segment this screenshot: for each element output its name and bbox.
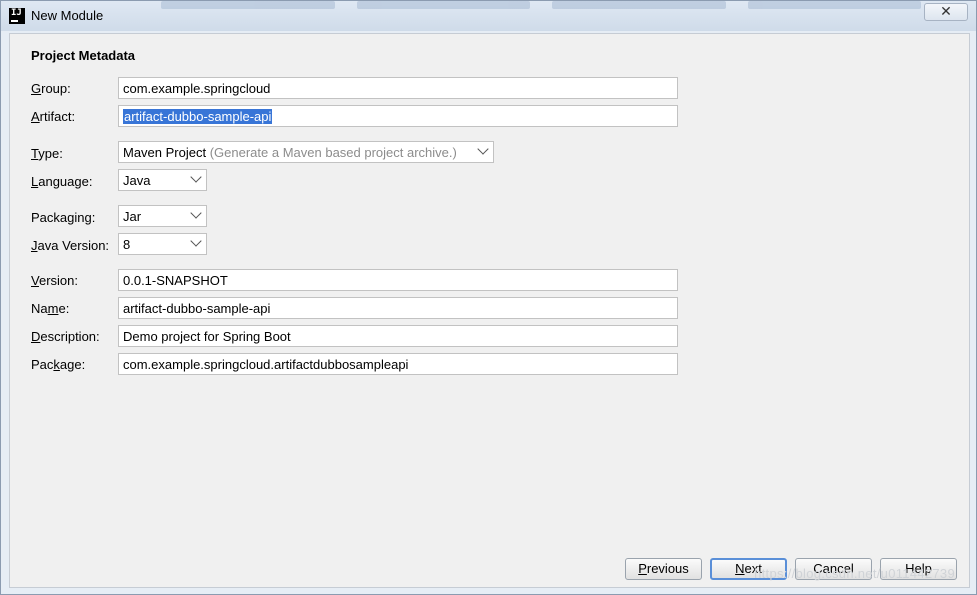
section-title: Project Metadata [31, 48, 136, 63]
button-bar: Previous Next Cancel Help https://blog.c… [10, 547, 969, 587]
background-tab [552, 1, 726, 9]
background-tab [747, 1, 921, 9]
language-label: Language: [31, 174, 93, 189]
packaging-value: Jar [123, 209, 142, 224]
language-dropdown[interactable]: Java [118, 169, 207, 191]
package-field[interactable]: com.example.springcloud.artifactdubbosam… [118, 353, 678, 375]
version-label: Version: [31, 273, 78, 288]
window-title: New Module [31, 8, 104, 23]
type-value: Maven Project [123, 145, 207, 160]
type-hint: (Generate a Maven based project archive.… [209, 145, 457, 160]
name-field[interactable]: artifact-dubbo-sample-api [118, 297, 678, 319]
chevron-down-icon [190, 235, 202, 247]
close-button[interactable]: ✕ [924, 3, 968, 21]
background-tab [161, 1, 335, 9]
chevron-down-icon [190, 171, 202, 183]
type-dropdown[interactable]: Maven Project (Generate a Maven based pr… [118, 141, 494, 163]
description-label: Description: [31, 329, 100, 344]
description-field[interactable]: Demo project for Spring Boot [118, 325, 678, 347]
chevron-down-icon [190, 207, 202, 219]
new-module-dialog: IJ New Module ✕ Project Metadata Group: … [0, 0, 977, 595]
background-editor-tabs [161, 1, 921, 11]
name-label: Name: [31, 301, 70, 316]
artifact-field[interactable]: artifact-dubbo-sample-api [118, 105, 678, 127]
package-label: Package: [31, 357, 86, 372]
type-label: Type: [31, 146, 63, 161]
group-label: Group: [31, 81, 71, 96]
watermark: https://blog.csdn.net/u011442739 [754, 566, 955, 581]
artifact-label: Artifact: [31, 109, 76, 124]
previous-button[interactable]: Previous [625, 558, 702, 580]
chevron-down-icon [477, 143, 489, 155]
java-version-label: Java Version: [31, 238, 110, 253]
title-bar[interactable]: IJ New Module ✕ [1, 1, 976, 31]
language-value: Java [123, 173, 151, 188]
packaging-dropdown[interactable]: Jar [118, 205, 207, 227]
version-field[interactable]: 0.0.1-SNAPSHOT [118, 269, 678, 291]
packaging-label: Packaging: [31, 210, 96, 225]
intellij-app-icon: IJ [9, 8, 25, 24]
selected-text: artifact-dubbo-sample-api [123, 109, 273, 124]
close-icon: ✕ [940, 3, 952, 19]
group-field[interactable]: com.example.springcloud [118, 77, 678, 99]
java-version-dropdown[interactable]: 8 [118, 233, 207, 255]
form-panel: Project Metadata Group: com.example.spri… [9, 33, 970, 588]
java-version-value: 8 [123, 237, 131, 252]
background-tab [356, 1, 530, 9]
